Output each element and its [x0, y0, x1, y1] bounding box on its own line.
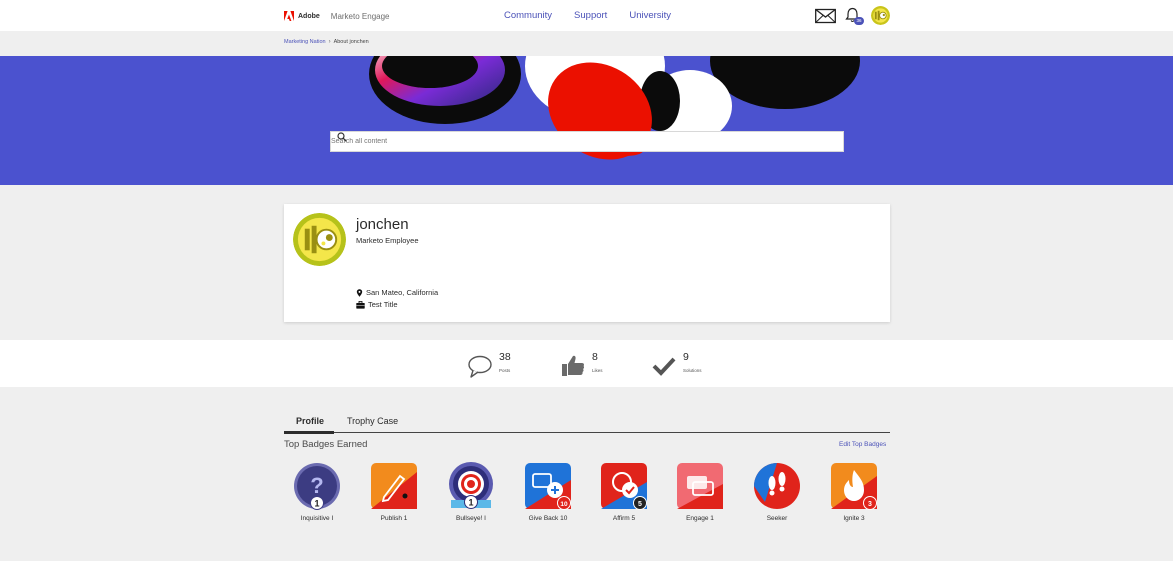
badge-engage[interactable]: Engage 1: [665, 462, 735, 522]
profile-title: Test Title: [356, 300, 398, 309]
top-navigation: Adobe Marketo Engage Community Support U…: [0, 0, 1173, 31]
badge-bullseye[interactable]: 1 Bullseye! I: [436, 462, 506, 522]
stat-posts-label: Posts: [499, 368, 511, 373]
comment-icon: [468, 355, 492, 378]
user-avatar[interactable]: [871, 6, 890, 25]
badge-give-back-count: 10: [560, 501, 568, 508]
target-badge-icon: 1: [449, 462, 493, 509]
profile-username: jonchen: [356, 216, 409, 233]
top-badges-title: Top Badges Earned: [284, 439, 368, 450]
chat-bubbles-badge-icon: [677, 463, 723, 509]
badge-inquisitive[interactable]: ? 1 Inquisitive I: [282, 462, 352, 522]
badge-publish[interactable]: Publish 1: [359, 462, 429, 522]
pen-badge-icon: [371, 463, 417, 509]
brand-product: Marketo Engage: [330, 11, 390, 21]
nav-community[interactable]: Community: [504, 10, 552, 21]
breadcrumb: Marketing Nation › About jonchen: [284, 39, 369, 45]
search-icon: [337, 132, 347, 142]
stat-posts[interactable]: 38 Posts: [467, 350, 511, 379]
badge-affirm[interactable]: 5 Affirm 5: [589, 462, 659, 522]
badge-publish-label: Publish 1: [380, 515, 408, 522]
tab-profile[interactable]: Profile: [296, 416, 324, 426]
badge-ignite-count: 3: [868, 501, 872, 508]
notifications[interactable]: 36: [845, 7, 864, 25]
map-pin-icon: [356, 288, 363, 297]
badge-ignite-label: Ignite 3: [843, 515, 865, 522]
brand-company: Adobe: [298, 12, 320, 20]
briefcase-icon: [356, 300, 365, 309]
breadcrumb-parent[interactable]: Marketing Nation: [284, 39, 326, 45]
badge-inquisitive-label: Inquisitive I: [300, 515, 334, 522]
notification-count-badge: 36: [854, 16, 864, 25]
badge-give-back-label: Give Back 10: [528, 515, 568, 522]
footprints-badge-icon: [754, 463, 800, 509]
profile-tabs: Profile Trophy Case: [284, 413, 890, 434]
checkmark-icon: [652, 357, 676, 376]
nav-support[interactable]: Support: [574, 10, 607, 21]
edit-top-badges-link[interactable]: Edit Top Badges: [839, 441, 886, 448]
brand[interactable]: Adobe Marketo Engage: [284, 9, 389, 23]
thumbs-up-icon: [562, 355, 585, 376]
badge-bullseye-label: Bullseye! I: [456, 515, 486, 522]
badge-ignite[interactable]: 3 Ignite 3: [819, 462, 889, 522]
hero-banner: [0, 56, 1173, 185]
badge-seeker[interactable]: Seeker: [742, 462, 812, 522]
stat-solutions-label: Solutions: [683, 368, 702, 373]
check-badge-icon: 5: [601, 463, 647, 510]
search-bar[interactable]: [330, 131, 844, 152]
flame-badge-icon: 3: [831, 463, 877, 510]
stat-likes[interactable]: 8 Likes: [560, 350, 603, 379]
svg-text:?: ?: [310, 473, 323, 498]
profile-role: Marketo Employee: [356, 236, 419, 245]
badge-affirm-label: Affirm 5: [612, 515, 636, 522]
profile-location-text: San Mateo, California: [366, 288, 439, 297]
profile-avatar: [293, 213, 346, 266]
question-badge-icon: ? 1: [294, 463, 340, 510]
badge-seeker-label: Seeker: [766, 515, 788, 522]
badge-inquisitive-count: 1: [314, 499, 319, 509]
profile-card: jonchen Marketo Employee San Mateo, Cali…: [284, 204, 890, 322]
stat-likes-label: Likes: [592, 368, 603, 373]
adobe-logo-icon: [284, 11, 294, 21]
badge-engage-label: Engage 1: [686, 515, 714, 522]
hero-artwork: [369, 56, 860, 160]
mail-icon[interactable]: [815, 8, 836, 24]
profile-title-text: Test Title: [368, 300, 398, 309]
stat-solutions[interactable]: 9 Solutions: [651, 350, 702, 379]
stat-solutions-value: 9: [683, 351, 689, 363]
profile-stats: 38 Posts 8 Likes 9 Solutions: [0, 340, 1173, 387]
search-input[interactable]: [331, 138, 811, 145]
badge-bullseye-count: 1: [468, 498, 473, 508]
breadcrumb-current: About jonchen: [333, 39, 369, 45]
active-tab-indicator: [284, 431, 334, 434]
tab-trophy-case[interactable]: Trophy Case: [347, 416, 398, 426]
profile-location: San Mateo, California: [356, 288, 438, 297]
stat-posts-value: 38: [499, 351, 511, 363]
nav-university[interactable]: University: [629, 10, 671, 21]
stat-likes-value: 8: [592, 351, 598, 363]
badge-affirm-count: 5: [638, 501, 642, 508]
badge-give-back[interactable]: 10 Give Back 10: [513, 462, 583, 522]
chat-plus-badge-icon: 10: [525, 463, 571, 510]
breadcrumb-separator: ›: [328, 39, 331, 45]
